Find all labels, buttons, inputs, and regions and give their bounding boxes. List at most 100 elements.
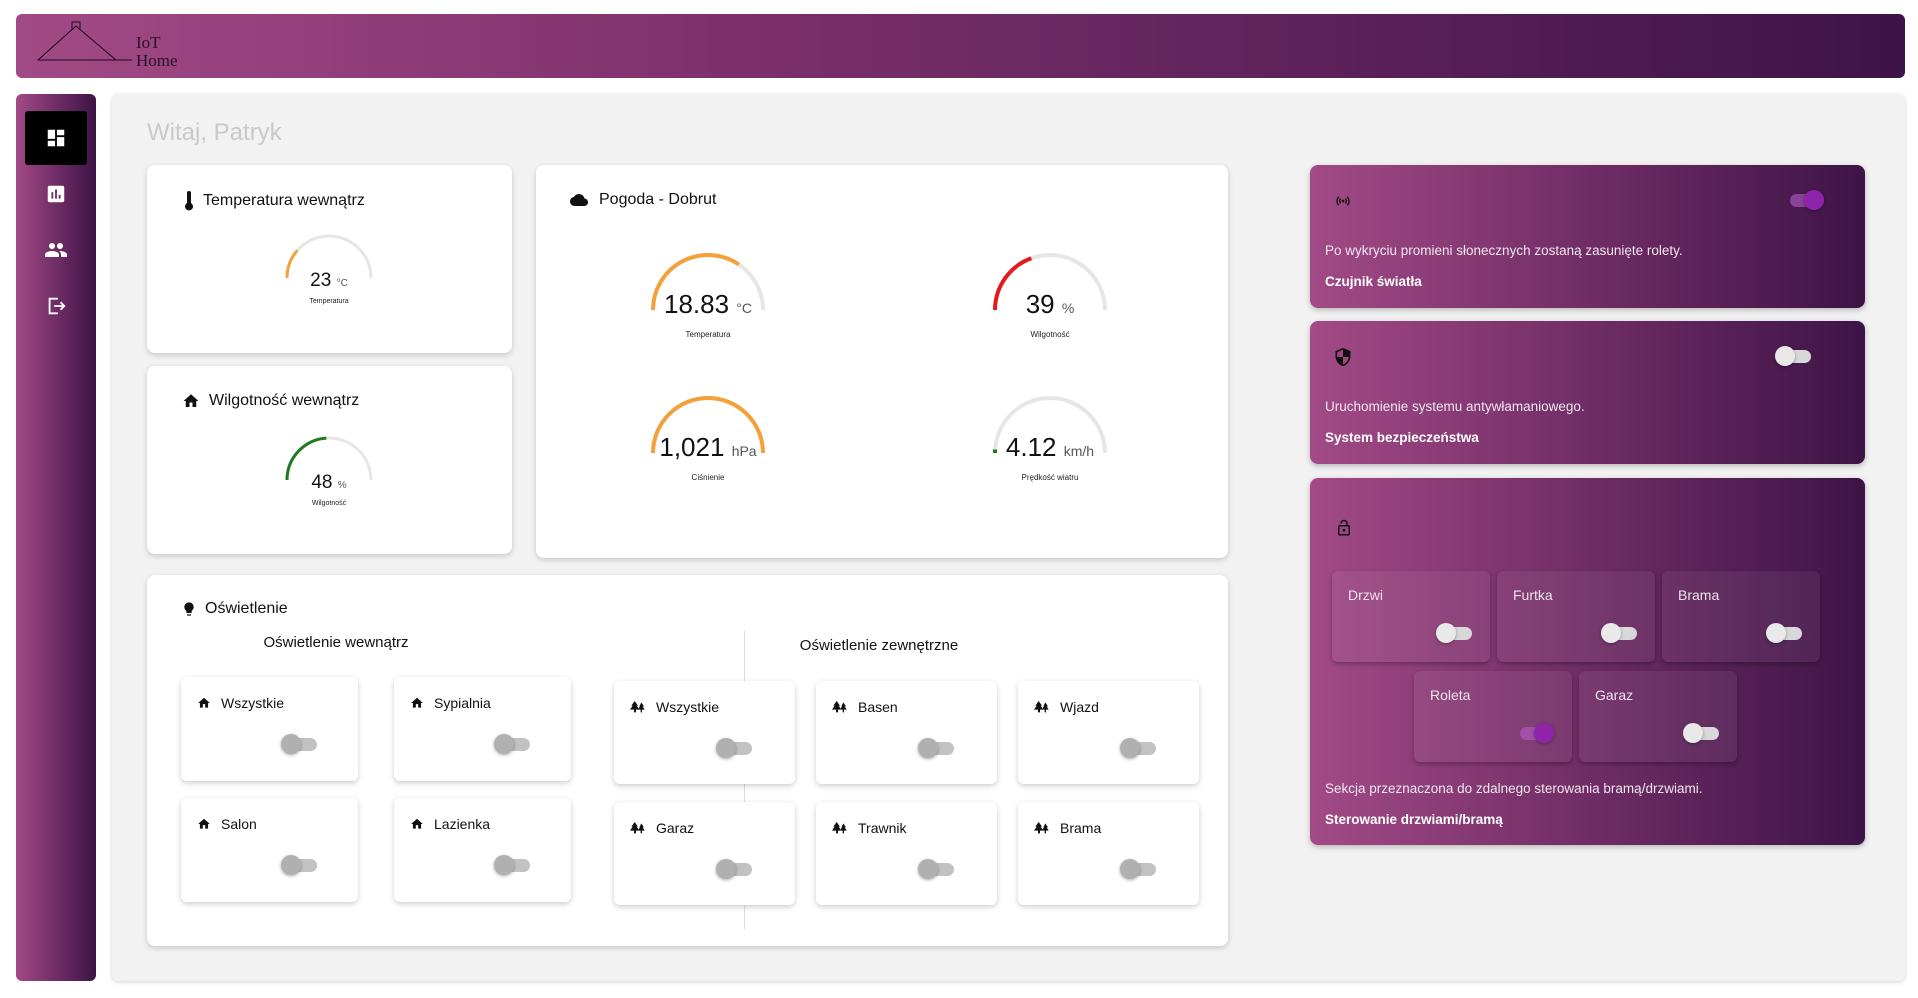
indoor-temperature-gauge: 23 °C Temperatura bbox=[281, 233, 377, 313]
iot-home-logo[interactable]: IoT Home bbox=[36, 20, 196, 72]
weather-title: Pogoda - Dobrut bbox=[567, 191, 716, 209]
security-toggle[interactable] bbox=[1775, 346, 1811, 366]
toggle-switch[interactable] bbox=[1788, 190, 1824, 210]
indoor-temperature-card: Temperatura wewnątrz 23 °C Temperatura bbox=[147, 165, 512, 353]
dashboard-icon bbox=[47, 129, 65, 147]
cloud-icon bbox=[570, 194, 588, 206]
toggle-knob bbox=[1804, 190, 1824, 210]
light-tile-inside[interactable]: Wszystkie bbox=[181, 677, 358, 781]
weather-pressure-gauge: 1,021 hPa Ciśnienie bbox=[648, 394, 768, 494]
toggle-knob bbox=[281, 855, 301, 875]
gauge-value: 18.83 °C bbox=[648, 289, 768, 320]
light-sensor-toggle[interactable] bbox=[1788, 190, 1824, 210]
gate-tile[interactable]: Furtka bbox=[1497, 571, 1655, 662]
toggle-switch[interactable] bbox=[1436, 623, 1472, 643]
sidebar-item-users[interactable] bbox=[25, 223, 87, 277]
toggle-knob bbox=[918, 859, 938, 879]
toggle-switch[interactable] bbox=[1766, 623, 1802, 643]
light-tile-label: Sypialnia bbox=[410, 695, 491, 711]
light-tile-switch[interactable] bbox=[918, 738, 954, 758]
light-tile-switch[interactable] bbox=[918, 859, 954, 879]
toggle-switch[interactable] bbox=[918, 738, 954, 758]
toggle-switch[interactable] bbox=[1683, 723, 1719, 743]
light-tile-switch[interactable] bbox=[494, 734, 530, 754]
trees-icon bbox=[832, 822, 847, 834]
light-tile-label-text: Garaz bbox=[656, 820, 695, 836]
light-tile-label-text: Wszystkie bbox=[656, 699, 719, 715]
toggle-switch[interactable] bbox=[1775, 346, 1811, 366]
toggle-switch[interactable] bbox=[281, 855, 317, 875]
light-tile-outside[interactable]: Wszystkie bbox=[614, 681, 795, 784]
gate-tile[interactable]: Drzwi bbox=[1332, 571, 1490, 662]
light-tile-inside[interactable]: Salon bbox=[181, 798, 358, 902]
light-tile-outside[interactable]: Wjazd bbox=[1018, 681, 1199, 784]
sidebar-item-logout[interactable] bbox=[25, 279, 87, 333]
light-tile-switch[interactable] bbox=[1120, 738, 1156, 758]
gate-tile[interactable]: Roleta bbox=[1414, 671, 1572, 762]
gate-control-name: Sterowanie drzwiami/bramą bbox=[1325, 812, 1503, 827]
gate-tile[interactable]: Brama bbox=[1662, 571, 1820, 662]
light-tile-label-text: Wszystkie bbox=[221, 695, 284, 711]
gate-tile-label: Drzwi bbox=[1348, 587, 1383, 603]
lock-open-icon bbox=[1338, 519, 1350, 536]
gate-tile-label: Roleta bbox=[1430, 687, 1471, 703]
toggle-switch[interactable] bbox=[716, 859, 752, 879]
gauge-value-number: 39 bbox=[1025, 289, 1055, 319]
toggle-switch[interactable] bbox=[494, 855, 530, 875]
toggle-switch[interactable] bbox=[716, 738, 752, 758]
sidebar-item-dashboard[interactable] bbox=[25, 111, 87, 165]
light-tile-outside[interactable]: Trawnik bbox=[816, 802, 997, 905]
toggle-switch[interactable] bbox=[1120, 738, 1156, 758]
weather-wind-gauge: 4.12 km/h Prędkość wiatru bbox=[990, 394, 1110, 494]
logout-icon bbox=[48, 297, 66, 315]
gate-tile-switch[interactable] bbox=[1601, 623, 1637, 643]
toggle-knob bbox=[918, 738, 938, 758]
light-tile-label-text: Lazienka bbox=[434, 816, 491, 832]
gate-tile-switch[interactable] bbox=[1766, 623, 1802, 643]
toggle-switch[interactable] bbox=[281, 734, 317, 754]
gauge-label: Temperatura bbox=[309, 298, 349, 305]
light-tile-switch[interactable] bbox=[281, 855, 317, 875]
toggle-switch[interactable] bbox=[1601, 623, 1637, 643]
light-tile-label-text: Salon bbox=[221, 816, 257, 832]
gate-tile-switch[interactable] bbox=[1683, 723, 1719, 743]
gate-control-card: Drzwi Furtka Brama Roleta Garaz Sekcja przez… bbox=[1310, 478, 1865, 845]
gauge-value-unit: hPa bbox=[731, 443, 757, 459]
sidebar-item-stats[interactable] bbox=[25, 167, 87, 221]
toggle-switch[interactable] bbox=[1120, 859, 1156, 879]
weather-temperature-gauge: 18.83 °C Temperatura bbox=[648, 251, 768, 351]
sidebar bbox=[16, 94, 96, 981]
indoor-humidity-gauge: 48 % Wilgotność bbox=[281, 435, 377, 515]
home-icon bbox=[198, 818, 210, 829]
light-tile-switch[interactable] bbox=[716, 738, 752, 758]
light-tile-switch[interactable] bbox=[281, 734, 317, 754]
gauge-value: 1,021 hPa bbox=[648, 432, 768, 463]
gauge-label: Wilgotność bbox=[311, 500, 347, 507]
gate-tile-switch[interactable] bbox=[1518, 723, 1554, 743]
light-tile-switch[interactable] bbox=[494, 855, 530, 875]
gate-tile-switch[interactable] bbox=[1436, 623, 1472, 643]
gate-tile-label: Garaz bbox=[1595, 687, 1634, 703]
light-tile-outside[interactable]: Garaz bbox=[614, 802, 795, 905]
indoor-humidity-title-text: Wilgotność wewnątrz bbox=[209, 392, 360, 409]
trees-icon bbox=[1034, 822, 1049, 834]
toggle-knob bbox=[1120, 859, 1140, 879]
toggle-switch[interactable] bbox=[494, 734, 530, 754]
toggle-knob bbox=[1775, 346, 1795, 366]
light-tile-outside[interactable]: Basen bbox=[816, 681, 997, 784]
gauge-value-unit: km/h bbox=[1063, 443, 1095, 459]
light-tile-label: Garaz bbox=[630, 820, 694, 836]
greeting: Witaj, Patryk bbox=[147, 119, 282, 146]
light-tile-switch[interactable] bbox=[1120, 859, 1156, 879]
light-tile-switch[interactable] bbox=[716, 859, 752, 879]
gauge-value-unit: °C bbox=[336, 278, 348, 289]
light-tile-outside[interactable]: Brama bbox=[1018, 802, 1199, 905]
gate-tile[interactable]: Garaz bbox=[1579, 671, 1737, 762]
light-tile-label: Brama bbox=[1034, 820, 1101, 836]
gauge-value-number: 18.83 bbox=[663, 289, 730, 319]
light-tile-label-text: Wjazd bbox=[1060, 699, 1099, 715]
light-tile-inside[interactable]: Lazienka bbox=[394, 798, 571, 902]
light-tile-inside[interactable]: Sypialnia bbox=[394, 677, 571, 781]
toggle-switch[interactable] bbox=[1518, 723, 1554, 743]
toggle-switch[interactable] bbox=[918, 859, 954, 879]
